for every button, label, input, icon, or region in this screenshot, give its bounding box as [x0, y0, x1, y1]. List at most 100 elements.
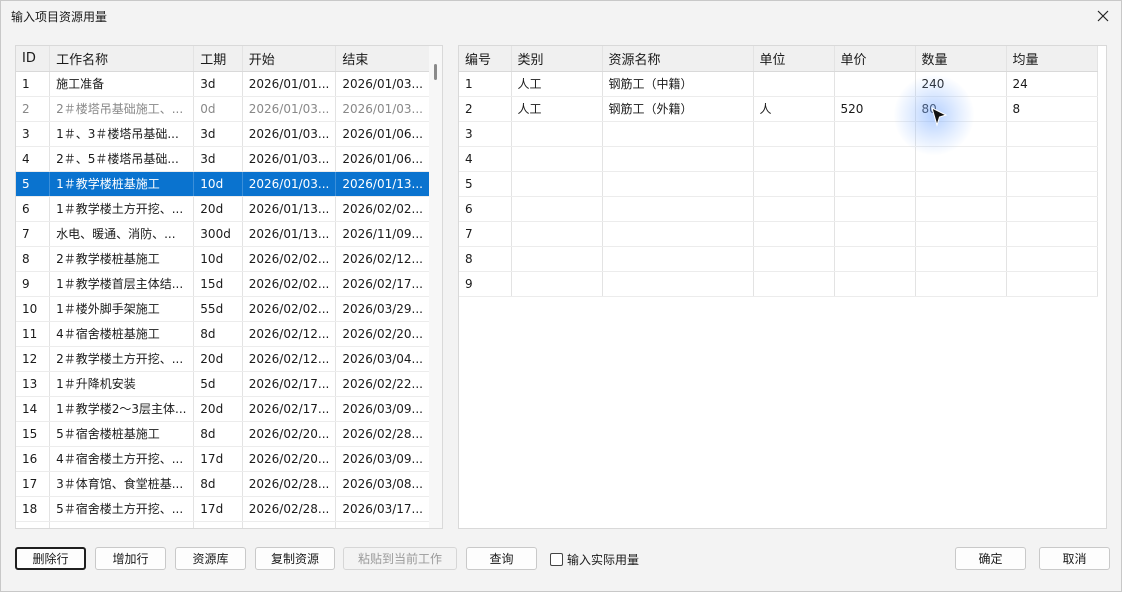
- task-row[interactable]: 11 4＃宿舍楼桩基施工 8d 2026/02/12... 2026/02/20...: [16, 321, 430, 347]
- resource-cell-average[interactable]: [1006, 271, 1098, 297]
- task-cell-task-name[interactable]: 5＃宿舍楼土方开挖、...: [49, 496, 195, 522]
- task-cell-id[interactable]: 4: [16, 146, 51, 172]
- input-actual-checkbox-group[interactable]: 输入实际用量: [550, 550, 639, 568]
- cancel-button[interactable]: 取消: [1039, 547, 1110, 570]
- resource-row[interactable]: 7: [459, 221, 1098, 247]
- task-cell-start[interactable]: 2026/01/01...: [242, 71, 337, 97]
- col-header-task-name[interactable]: 工作名称: [49, 46, 195, 72]
- resource-row[interactable]: 5: [459, 171, 1098, 197]
- resource-cell-resource-name[interactable]: 钢筋工（中籍）: [602, 71, 754, 97]
- task-cell-task-name[interactable]: 2＃教学楼土方开挖、...: [49, 346, 195, 372]
- task-row[interactable]: 4 2＃、5＃楼塔吊基础... 3d 2026/01/03... 2026/01/06.…: [16, 146, 430, 172]
- task-cell-task-name[interactable]: 5＃宿舍楼桩基施工: [49, 421, 195, 447]
- task-cell-end[interactable]: 2026/03/09...: [335, 396, 430, 422]
- task-cell-task-name[interactable]: 1＃升降机安装: [49, 371, 195, 397]
- task-cell-id[interactable]: 11: [16, 321, 51, 347]
- task-cell-duration[interactable]: 5d: [193, 371, 243, 397]
- resource-cell-number[interactable]: 6: [459, 196, 512, 222]
- resource-row[interactable]: 4: [459, 146, 1098, 172]
- resource-cell-category[interactable]: [511, 171, 603, 197]
- task-cell-task-name[interactable]: 4＃宿舍楼土方开挖、...: [49, 446, 195, 472]
- resource-cell-unit[interactable]: [753, 271, 835, 297]
- resource-cell-unit-price[interactable]: [834, 121, 916, 147]
- task-cell-start[interactable]: 2026/02/02...: [242, 246, 337, 272]
- task-cell-end[interactable]: 2026/02/28...: [335, 421, 430, 447]
- resource-cell-unit-price[interactable]: [834, 196, 916, 222]
- resource-cell-unit-price[interactable]: [834, 146, 916, 172]
- col-header-quantity[interactable]: 数量: [915, 46, 1007, 72]
- task-cell-duration[interactable]: 3d: [193, 146, 243, 172]
- resource-row[interactable]: 8: [459, 246, 1098, 272]
- resource-cell-number[interactable]: 9: [459, 271, 512, 297]
- col-header-unit[interactable]: 单位: [753, 46, 835, 72]
- resource-cell-unit-price[interactable]: [834, 171, 916, 197]
- task-cell-duration[interactable]: 3d: [193, 121, 243, 147]
- resource-cell-quantity[interactable]: [915, 121, 1007, 147]
- task-cell-end[interactable]: 2026/03/29...: [335, 296, 430, 322]
- resource-cell-unit[interactable]: [753, 146, 835, 172]
- task-cell-duration[interactable]: 20d: [193, 196, 243, 222]
- resource-cell-quantity[interactable]: [915, 146, 1007, 172]
- resource-cell-unit[interactable]: [753, 246, 835, 272]
- task-cell-duration[interactable]: 20d: [193, 346, 243, 372]
- task-cell-id[interactable]: 13: [16, 371, 51, 397]
- resource-cell-resource-name[interactable]: [602, 271, 754, 297]
- resource-cell-average[interactable]: [1006, 246, 1098, 272]
- task-cell-id[interactable]: 15: [16, 421, 51, 447]
- resource-cell-resource-name[interactable]: 钢筋工（外籍）: [602, 96, 754, 122]
- resource-row[interactable]: 9: [459, 271, 1098, 297]
- resource-cell-unit[interactable]: [753, 221, 835, 247]
- task-cell-task-name[interactable]: 1＃、3＃楼塔吊基础...: [49, 121, 195, 147]
- task-cell-start[interactable]: 2026/02/12...: [242, 346, 337, 372]
- resource-cell-average[interactable]: [1006, 121, 1098, 147]
- task-row[interactable]: 8 2＃教学楼桩基施工 10d 2026/02/02... 2026/02/12...: [16, 246, 430, 272]
- resource-cell-category[interactable]: [511, 196, 603, 222]
- task-row[interactable]: 14 1＃教学楼2～3层主体... 20d 2026/02/17... 2026/03/…: [16, 396, 430, 422]
- task-row[interactable]: 10 1＃楼外脚手架施工 55d 2026/02/02... 2026/03/29...: [16, 296, 430, 322]
- resource-row[interactable]: 3: [459, 121, 1098, 147]
- task-cell-duration[interactable]: 10d: [193, 246, 243, 272]
- task-cell-task-name[interactable]: 1＃教学楼首层主体结...: [49, 271, 195, 297]
- task-row[interactable]: 7 水电、暖通、消防、... 300d 2026/01/13... 2026/11/09…: [16, 221, 430, 247]
- task-row[interactable]: 13 1＃升降机安装 5d 2026/02/17... 2026/02/22...: [16, 371, 430, 397]
- task-cell-id[interactable]: 2: [16, 96, 51, 122]
- resource-cell-unit-price[interactable]: 520: [834, 96, 916, 122]
- task-row[interactable]: 2 2＃楼塔吊基础施工、... 0d 2026/01/03... 2026/01/03.…: [16, 96, 430, 122]
- task-table-scrollbar[interactable]: [429, 46, 442, 528]
- resource-cell-quantity[interactable]: [915, 246, 1007, 272]
- task-cell-task-name[interactable]: 水电、暖通、消防、...: [49, 221, 195, 247]
- task-cell-end[interactable]: 2026/02/12...: [335, 246, 430, 272]
- task-cell-end[interactable]: 2026/01/13...: [335, 171, 430, 197]
- col-header-number[interactable]: 编号: [459, 46, 512, 72]
- task-cell-task-name[interactable]: 3＃体育馆、食堂桩基...: [49, 471, 195, 497]
- resource-cell-category[interactable]: [511, 271, 603, 297]
- task-row[interactable]: 17 3＃体育馆、食堂桩基... 8d 2026/02/28... 2026/03/08…: [16, 471, 430, 497]
- resource-cell-average[interactable]: [1006, 146, 1098, 172]
- task-cell-start[interactable]: 2026/02/02...: [242, 271, 337, 297]
- resource-row[interactable]: 1 人工 钢筋工（中籍） 240 24: [459, 71, 1098, 97]
- resource-cell-unit-price[interactable]: [834, 71, 916, 97]
- close-button[interactable]: [1091, 4, 1115, 28]
- col-header-duration[interactable]: 工期: [193, 46, 243, 72]
- task-cell-id[interactable]: 9: [16, 271, 51, 297]
- task-cell-start[interactable]: 2026/02/12...: [242, 321, 337, 347]
- task-cell-id[interactable]: 6: [16, 196, 51, 222]
- resource-cell-number[interactable]: 2: [459, 96, 512, 122]
- task-row[interactable]: 15 5＃宿舍楼桩基施工 8d 2026/02/20... 2026/02/28...: [16, 421, 430, 447]
- task-cell-start[interactable]: 2026/02/20...: [242, 446, 337, 472]
- resource-cell-unit[interactable]: [753, 196, 835, 222]
- resource-cell-number[interactable]: 8: [459, 246, 512, 272]
- resource-cell-average[interactable]: [1006, 196, 1098, 222]
- col-header-start[interactable]: 开始: [242, 46, 337, 72]
- task-cell-id[interactable]: 7: [16, 221, 51, 247]
- task-cell-start[interactable]: 2026/01/03...: [242, 121, 337, 147]
- resource-cell-category[interactable]: [511, 221, 603, 247]
- task-cell-id[interactable]: 17: [16, 471, 51, 497]
- task-row[interactable]: 16 4＃宿舍楼土方开挖、... 17d 2026/02/20... 2026/03/0…: [16, 446, 430, 472]
- resource-cell-category[interactable]: 人工: [511, 71, 603, 97]
- task-cell-end[interactable]: 2026/01/06...: [335, 121, 430, 147]
- task-cell-start[interactable]: 2026/01/13...: [242, 221, 337, 247]
- task-cell-id[interactable]: 3: [16, 121, 51, 147]
- task-cell-id[interactable]: 18: [16, 496, 51, 522]
- resource-library-button[interactable]: 资源库: [175, 547, 246, 570]
